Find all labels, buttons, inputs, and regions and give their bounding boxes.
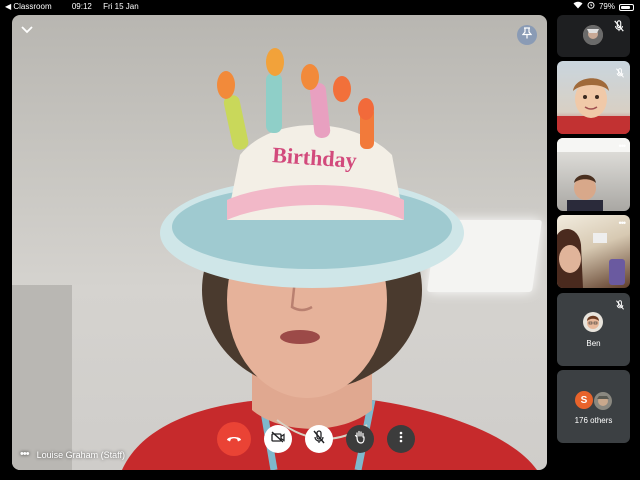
- call-controls: [217, 422, 415, 456]
- participant-video-tile[interactable]: •••: [557, 215, 630, 288]
- mic-off-icon: [615, 65, 625, 83]
- status-date: Fri 15 Jan: [103, 2, 139, 11]
- avatar: [583, 312, 603, 332]
- participant-name: Ben: [586, 339, 601, 348]
- participant-video-tile[interactable]: •••: [557, 138, 630, 211]
- others-count-label: 176 others: [574, 416, 613, 425]
- more-horizontal-icon[interactable]: •••: [619, 219, 627, 228]
- wifi-icon: [573, 0, 583, 14]
- others-tile[interactable]: S 176 others: [557, 370, 630, 443]
- camera-off-icon: [271, 430, 285, 448]
- mic-toggle-button[interactable]: [305, 425, 333, 453]
- chevron-down-icon: [21, 21, 33, 39]
- self-view-tile[interactable]: [557, 15, 630, 57]
- mic-off-icon: [613, 19, 625, 37]
- raise-hand-button[interactable]: [346, 425, 374, 453]
- avatar: S: [575, 391, 593, 409]
- end-call-button[interactable]: [217, 422, 251, 456]
- more-horizontal-icon[interactable]: •••: [619, 142, 627, 151]
- participant-name-bar: ••• Louise Graham (Staff): [20, 449, 125, 460]
- camera-toggle-button[interactable]: [264, 425, 292, 453]
- avatar: [593, 391, 613, 411]
- self-avatar: [583, 25, 603, 45]
- status-bar: ◀ Classroom 09:12 Fri 15 Jan 79%: [0, 0, 640, 14]
- more-horizontal-icon[interactable]: •••: [20, 449, 30, 460]
- battery-icon: [619, 3, 634, 11]
- back-app-label: Classroom: [13, 2, 52, 11]
- main-video-tile[interactable]: Birthday ••• Louise Graham (Staff): [12, 15, 547, 470]
- alarm-icon: [587, 0, 595, 14]
- mic-off-icon: [313, 429, 325, 449]
- pin-button[interactable]: [517, 25, 537, 45]
- raise-hand-icon: [354, 430, 366, 449]
- collapse-button[interactable]: [16, 19, 38, 41]
- participant-video: Birthday: [122, 48, 537, 470]
- more-vertical-icon: [399, 430, 403, 448]
- status-time: 09:12: [71, 2, 92, 11]
- mic-off-icon: [615, 297, 625, 315]
- participant-video-tile[interactable]: [557, 61, 630, 134]
- participant-name: Louise Graham (Staff): [36, 449, 125, 460]
- pin-icon: [521, 26, 533, 44]
- participant-tile-ben[interactable]: Ben: [557, 293, 630, 366]
- battery-percent: 79%: [598, 2, 615, 11]
- phone-hangup-icon: [226, 430, 242, 448]
- more-options-button[interactable]: [387, 425, 415, 453]
- back-to-app-link[interactable]: ◀ Classroom: [5, 2, 61, 11]
